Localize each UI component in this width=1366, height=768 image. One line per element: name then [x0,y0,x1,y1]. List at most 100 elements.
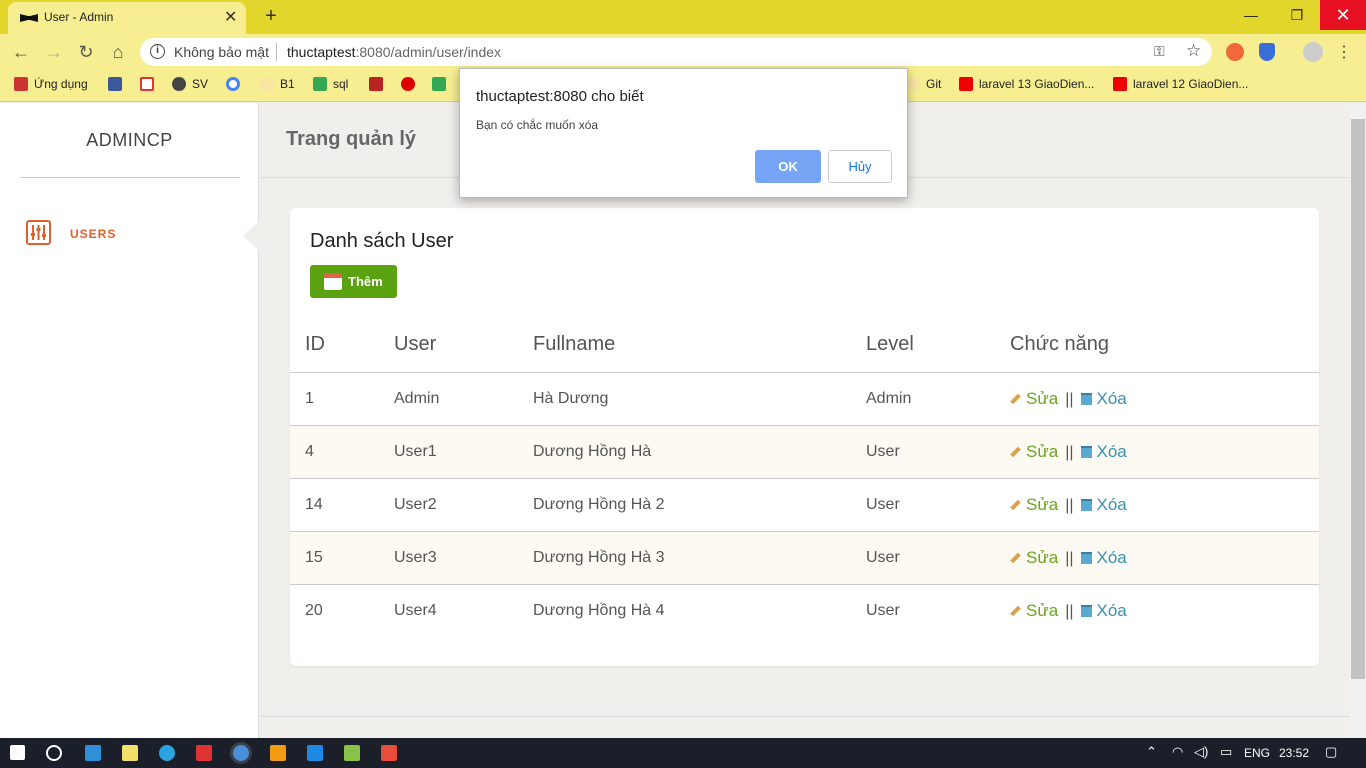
notes-icon[interactable] [122,745,138,761]
home-icon[interactable]: ⌂ [107,42,129,63]
stack-icon[interactable] [344,745,360,761]
chevron-up-icon[interactable]: ⌃ [1146,744,1157,760]
cancel-button[interactable]: Hủy [828,150,892,183]
taskbar: ⌃ ◠ ◁) ▭ ENG 23:52 ▢ [0,738,1366,768]
bookmark-git[interactable]: Git [906,77,941,91]
pencil-icon [1010,552,1021,563]
column-header: Chức năng [995,318,1319,373]
cell-fullname: Dương Hồng Hà 3 [518,531,851,585]
divider [260,716,1350,717]
bookmark-sql[interactable]: sql [313,77,348,91]
bookmark-b1[interactable]: B1 [260,77,295,91]
sidebar: ADMINCP USERS [0,103,259,739]
bookmark-star-icon[interactable]: ☆ [1186,41,1201,61]
edit-link[interactable]: Sửa [1010,495,1058,514]
restore-icon[interactable]: ❐ [1274,0,1320,30]
delete-link[interactable]: Xóa [1080,389,1127,408]
delete-link[interactable]: Xóa [1080,442,1127,461]
folder-icon [906,77,920,91]
notifications-icon[interactable]: ▢ [1325,744,1337,760]
bookmark-laravel-13[interactable]: laravel 13 GiaoDien... [959,77,1094,91]
cell-id: 15 [290,531,379,585]
chrome-icon[interactable] [233,745,249,761]
pencil-icon [1010,605,1021,617]
ok-button[interactable]: OK [755,150,821,183]
back-icon[interactable]: ← [10,42,32,63]
vscode-icon[interactable] [307,745,323,761]
key-icon[interactable]: ⚿ [1154,43,1165,60]
sidebar-item-users[interactable]: USERS [26,219,259,249]
search-icon[interactable] [46,745,62,761]
facebook-icon[interactable] [108,77,128,91]
computer-icon[interactable] [85,745,101,761]
new-tab-icon[interactable]: + [260,5,282,28]
scrollbar[interactable] [1350,103,1366,739]
app-icon[interactable] [196,745,212,761]
action-separator: || [1065,390,1074,408]
bookmark-apps[interactable]: Ứng dụng [14,77,88,91]
url-text[interactable]: thuctaptest:8080/admin/user/index [287,44,501,60]
shield-bookmark-icon[interactable] [369,77,389,91]
edit-link[interactable]: Sửa [1010,601,1058,620]
delete-link[interactable]: Xóa [1080,601,1127,620]
drive-icon [313,77,327,91]
url-host: thuctaptest [287,44,356,60]
mask-icon [20,14,38,22]
youtube-icon [959,77,973,91]
cell-user: User2 [379,478,518,532]
card-title: Danh sách User [310,230,454,252]
tab-bar: User - Admin ✕ + — ❐ ✕ [0,0,1366,34]
drive-bookmark-icon[interactable] [432,77,452,91]
cell-id: 1 [290,372,379,426]
clock[interactable]: 23:52 [1279,746,1309,760]
bookmark-laravel-12[interactable]: laravel 12 GiaoDien... [1113,77,1248,91]
trash-icon [1080,392,1092,405]
volume-icon[interactable]: ◁) [1194,744,1208,760]
address-bar[interactable]: i Không bảo mật thuctaptest:8080/admin/u… [140,38,1212,66]
scrollbar-thumb[interactable] [1351,119,1365,679]
dialog-title: thuctaptest:8080 cho biết [476,88,644,105]
cell-level: User [851,425,995,479]
shield-extension-icon[interactable] [1259,43,1275,61]
edit-link[interactable]: Sửa [1010,442,1058,461]
info-icon[interactable]: i [150,44,165,59]
profile-avatar[interactable] [1303,42,1323,62]
cell-user: User1 [379,425,518,479]
wifi-icon[interactable]: ◠ [1172,744,1183,760]
browser-tab[interactable]: User - Admin ✕ [8,2,246,34]
reload-icon[interactable]: ↻ [75,42,97,63]
window-close-icon[interactable]: ✕ [1320,0,1366,30]
language-indicator[interactable]: ENG [1244,746,1270,760]
table-row: 20 User4 Dương Hồng Hà 4 User Sửa || Xóa [290,584,1319,637]
security-label: Không bảo mật [174,44,269,60]
cell-actions: Sửa || Xóa [995,531,1319,585]
keyboard-icon[interactable]: ▭ [1220,744,1232,760]
add-user-button[interactable]: Thêm [310,265,397,298]
edit-link[interactable]: Sửa [1010,389,1058,408]
minimize-icon[interactable]: — [1228,0,1274,30]
delete-link[interactable]: Xóa [1080,495,1127,514]
pencil-icon [1010,446,1021,457]
bookmark-sv[interactable]: SV [172,77,208,91]
windows-start-icon[interactable] [10,745,25,760]
cell-actions: Sửa || Xóa [995,372,1319,426]
gmail-icon[interactable] [140,77,160,91]
action-separator: || [1065,496,1074,514]
menu-icon[interactable]: ⋮ [1336,42,1352,62]
sliders-icon [26,220,51,245]
delete-link[interactable]: Xóa [1080,548,1127,567]
sublime-icon[interactable] [270,745,286,761]
forward-icon[interactable]: → [43,42,65,63]
edit-link[interactable]: Sửa [1010,548,1058,567]
action-separator: || [1065,549,1074,567]
close-tab-icon[interactable]: ✕ [224,7,237,27]
active-indicator [243,221,259,251]
telegram-icon[interactable] [159,745,175,761]
table-row: 1 Admin Hà Dương Admin Sửa || Xóa [290,372,1319,426]
folder-icon [260,77,274,91]
cell-fullname: Dương Hồng Hà 4 [533,601,665,619]
extension-icon[interactable] [1226,43,1244,61]
red-circle-bookmark-icon[interactable] [401,77,421,91]
google-icon[interactable] [226,77,246,91]
app-icon-2[interactable] [381,745,397,761]
